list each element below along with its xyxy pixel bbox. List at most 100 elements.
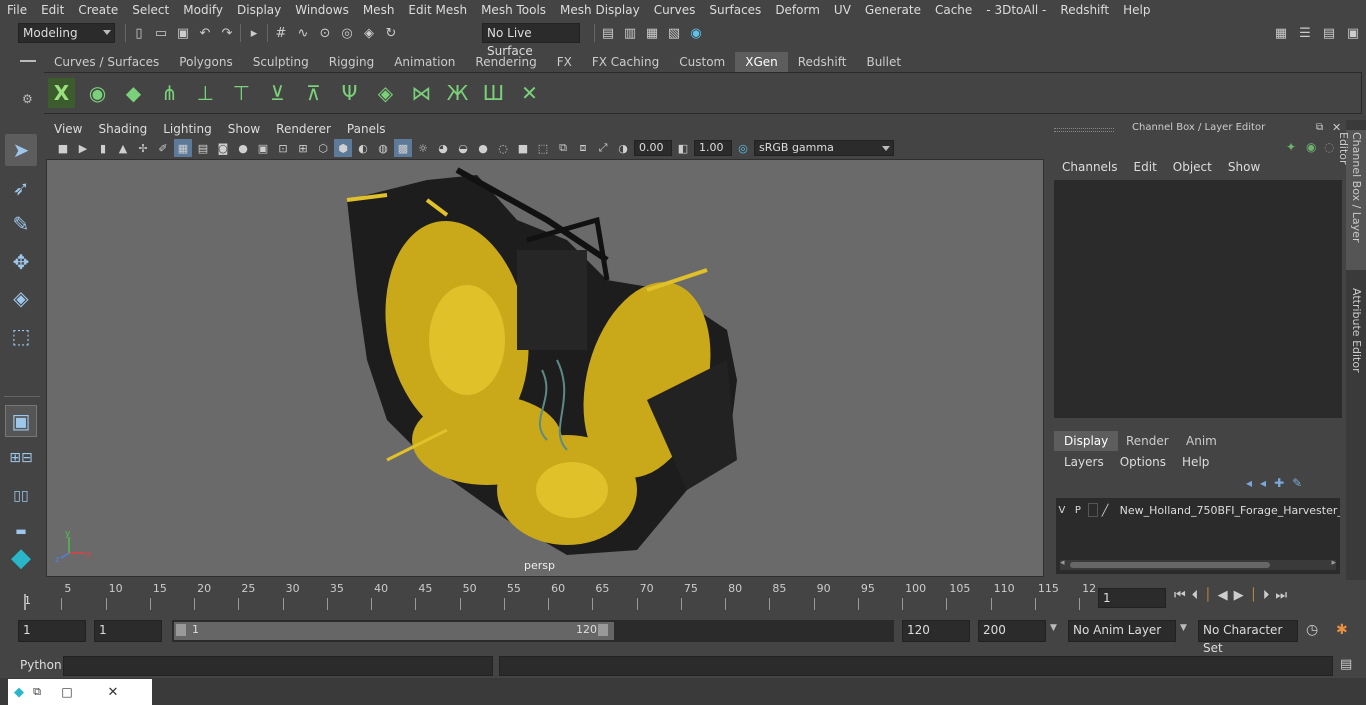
menu-edit[interactable]: Edit — [34, 0, 71, 20]
viewport-menu-shading[interactable]: Shading — [90, 122, 155, 136]
menu-modify[interactable]: Modify — [176, 0, 230, 20]
menu-edit-mesh[interactable]: Edit Mesh — [401, 0, 474, 20]
snap-curve-icon[interactable]: ∿ — [294, 24, 312, 42]
move-tool-icon[interactable]: ✥ — [5, 246, 37, 278]
shadows-icon[interactable]: ☼ — [414, 139, 432, 157]
gear-icon[interactable]: ⚙ — [22, 92, 33, 106]
undo-icon[interactable]: ↶ — [196, 24, 214, 42]
workspace-icon[interactable]: ▦ — [1272, 24, 1290, 42]
command-input[interactable] — [63, 656, 493, 676]
xgen-brush-icon[interactable]: Ж — [444, 78, 471, 108]
tab-sculpting[interactable]: Sculpting — [243, 52, 319, 72]
live-surface-field[interactable]: No Live Surface — [482, 23, 580, 58]
new-layer-icon[interactable]: ✚ — [1274, 476, 1284, 490]
play-forward-icon[interactable]: ▶ — [1234, 588, 1244, 603]
attribute-editor-toggle-icon[interactable]: ☰ — [1296, 24, 1314, 42]
move-layer-up-icon[interactable]: ◂ — [1246, 476, 1252, 490]
step-forward-key-icon[interactable]: ⏐ — [1250, 588, 1257, 603]
four-view-icon[interactable]: ⊞⊟ — [5, 442, 37, 474]
move-layer-down-icon[interactable]: ◂ — [1260, 476, 1266, 490]
script-editor-icon[interactable]: ▤ — [1340, 657, 1352, 672]
end-frame-field[interactable]: 200 — [978, 620, 1046, 642]
xgen-bend-icon[interactable]: ⋈ — [408, 78, 435, 108]
menu-create[interactable]: Create — [71, 0, 125, 20]
chevron-down-icon[interactable]: ▼ — [1180, 623, 1187, 633]
isolate-select-icon[interactable]: ■ — [514, 139, 532, 157]
frame-all-icon[interactable]: ⧉ — [554, 139, 572, 157]
frame-selected-icon[interactable]: ⧈ — [574, 139, 592, 157]
start-frame-field[interactable]: 1 — [18, 620, 86, 642]
tab-xgen[interactable]: XGen — [735, 52, 788, 72]
current-frame-marker[interactable] — [24, 594, 26, 610]
tab-rigging[interactable]: Rigging — [319, 52, 384, 72]
step-back-key-icon[interactable]: ⏐ — [1204, 588, 1211, 603]
hypershade-icon[interactable]: ◉ — [687, 24, 705, 42]
xgen-groom-icon[interactable]: Ψ — [336, 78, 363, 108]
select-tool-icon[interactable]: ➤ — [5, 134, 37, 166]
tab-rendering[interactable]: Rendering — [465, 52, 546, 72]
layer-row[interactable]: V P ╱ New_Holland_750BFI_Forage_Harveste… — [1056, 500, 1340, 520]
mode-dropdown[interactable]: Modeling — [18, 23, 115, 43]
exposure-icon[interactable]: ◑ — [614, 139, 632, 157]
lighting-icon[interactable]: ◐ — [354, 139, 372, 157]
scale-tool-icon[interactable]: ⬚ — [5, 320, 37, 352]
snap-grid-icon[interactable]: # — [272, 24, 290, 42]
shelf-menu-icon[interactable] — [20, 58, 36, 64]
range-start-grip[interactable] — [176, 624, 186, 636]
layer-playback-toggle[interactable]: P — [1072, 505, 1084, 516]
motion-blur-icon[interactable]: ◒ — [454, 139, 472, 157]
tab-curves-surfaces[interactable]: Curves / Surfaces — [44, 52, 169, 72]
xgen-move-guides-icon[interactable]: ⊥ — [192, 78, 219, 108]
menu-file[interactable]: File — [0, 0, 34, 20]
playback-start-field[interactable]: 1 — [94, 620, 162, 642]
menu-3dtoall[interactable]: - 3DtoAll - — [979, 0, 1053, 20]
history-icon[interactable]: ↻ — [382, 24, 400, 42]
save-scene-icon[interactable]: ▣ — [174, 24, 192, 42]
maximize-icon[interactable]: □ — [44, 685, 90, 699]
open-scene-icon[interactable]: ▭ — [152, 24, 170, 42]
menu-generate[interactable]: Generate — [858, 0, 928, 20]
tab-custom[interactable]: Custom — [669, 52, 735, 72]
xgen-layers-icon[interactable]: ◈ — [372, 78, 399, 108]
menu-surfaces[interactable]: Surfaces — [702, 0, 768, 20]
tab-polygons[interactable]: Polygons — [169, 52, 242, 72]
redo-icon[interactable]: ↷ — [218, 24, 236, 42]
image-plane-icon[interactable]: ▲ — [114, 139, 132, 157]
layer-color-swatch[interactable]: ╱ — [1102, 504, 1116, 517]
ipr-render-icon[interactable]: ▦ — [643, 24, 661, 42]
viewport-menu-view[interactable]: View — [46, 122, 90, 136]
camera-attributes-icon[interactable]: ▶ — [74, 139, 92, 157]
menu-deform[interactable]: Deform — [768, 0, 827, 20]
character-set-dropdown[interactable]: No Character Set — [1198, 620, 1298, 655]
tab-display[interactable]: Display — [1054, 431, 1119, 451]
auto-key-icon[interactable]: ◷ — [1306, 622, 1318, 638]
gate-mask-icon[interactable]: ● — [234, 139, 252, 157]
time-slider[interactable]: 1 5 10 15 20 25 30 35 40 45 50 55 60 65 70 75 80 85 90 95 1… — [20, 580, 1096, 610]
xgen-add-guides-icon[interactable]: ⋔ — [156, 78, 183, 108]
go-to-end-icon[interactable]: ⏭ — [1275, 588, 1287, 603]
viewport-menu-lighting[interactable]: Lighting — [155, 122, 220, 136]
menu-curves[interactable]: Curves — [647, 0, 703, 20]
menu-mesh-display[interactable]: Mesh Display — [553, 0, 647, 20]
smooth-shade-icon[interactable]: ⬢ — [334, 139, 352, 157]
gamma-icon[interactable]: ◧ — [674, 139, 692, 157]
lock-icon[interactable]: ◌ — [1324, 140, 1334, 154]
viewport-menu-renderer[interactable]: Renderer — [268, 122, 339, 136]
axis-toggle-icon[interactable]: ✦ — [1286, 140, 1296, 154]
layer-type-toggle[interactable] — [1087, 503, 1098, 517]
xgen-preview-icon[interactable]: ◉ — [84, 78, 111, 108]
menu-help[interactable]: Help — [1116, 0, 1157, 20]
range-slider[interactable]: 1 120 — [172, 620, 894, 642]
channel-menu-channels[interactable]: Channels — [1054, 160, 1126, 174]
grid-icon[interactable]: ▦ — [174, 139, 192, 157]
viewport-3d[interactable]: x y z persp — [46, 159, 1044, 577]
float-icon[interactable]: ⧉ — [1316, 122, 1323, 133]
new-layer-selected-icon[interactable]: ✎ — [1292, 476, 1302, 490]
color-management-icon[interactable]: ◎ — [734, 139, 752, 157]
xgen-lock-icon[interactable]: ⊼ — [300, 78, 327, 108]
textured-icon[interactable]: ◍ — [374, 139, 392, 157]
xgen-sculpt-icon[interactable]: ⊻ — [264, 78, 291, 108]
camera-icon[interactable]: ■ — [54, 139, 72, 157]
menu-mesh[interactable]: Mesh — [356, 0, 402, 20]
selection-mask-icon[interactable]: ▸ — [245, 24, 263, 42]
